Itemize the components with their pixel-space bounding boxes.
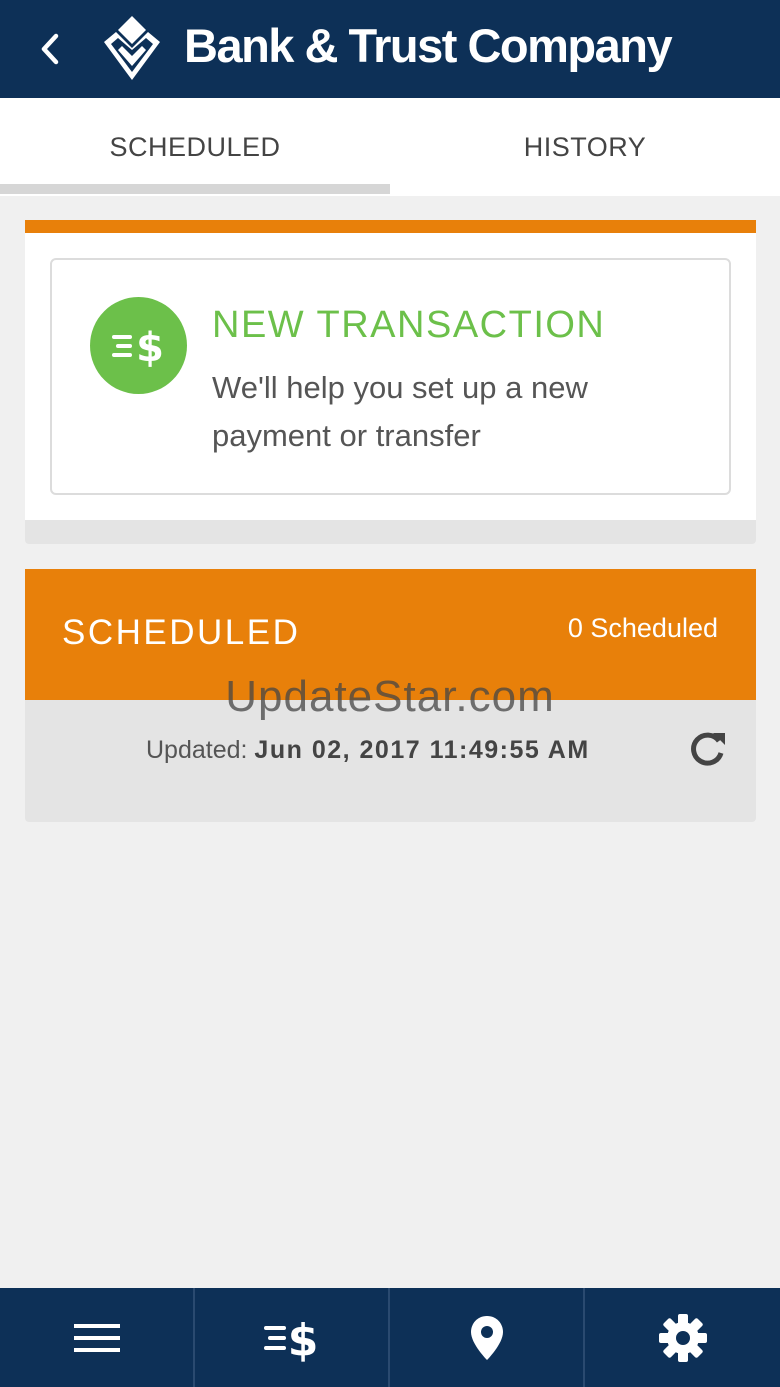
nav-settings[interactable] [585,1288,780,1387]
tab-history[interactable]: HISTORY [390,98,780,196]
nav-menu[interactable] [0,1288,195,1387]
refresh-icon [691,732,725,766]
refresh-button[interactable] [683,725,731,773]
back-button[interactable] [30,28,70,70]
tab-scheduled[interactable]: SCHEDULED [0,98,390,196]
menu-icon [73,1323,120,1352]
diamond-logo-icon [104,16,160,80]
brand-name: Bank & Trust Company [184,19,673,72]
chevron-left-icon [41,33,59,65]
tab-bar: SCHEDULED HISTORY [0,98,780,196]
svg-text:$: $ [136,325,164,371]
scheduled-header: SCHEDULED 0 Scheduled [25,569,756,700]
new-transaction-accent-bar [25,220,756,233]
active-tab-indicator [0,184,390,194]
app-header: Bank & Trust Company [0,0,780,98]
new-transaction-card[interactable]: $ NEW TRANSACTION We'll help you set up … [50,258,731,495]
nav-locations[interactable] [390,1288,585,1387]
location-pin-icon [470,1315,503,1360]
nav-transfers[interactable]: $ [195,1288,390,1387]
new-transaction-description: We'll help you set up a new payment or t… [212,370,588,453]
transfer-dollar-icon: $ [90,297,187,394]
transfer-dollar-icon: $ [263,1315,318,1364]
updated-value: Jun 02, 2017 11:49:55 AM [254,736,590,764]
gear-icon [658,1313,707,1362]
svg-text:$: $ [287,1315,318,1364]
updated-timestamp: Updated: Jun 02, 2017 11:49:55 AM [146,736,590,765]
scheduled-count: 0 Scheduled [567,613,718,643]
updated-label: Updated: [146,736,248,764]
bottom-nav: $ [0,1288,780,1387]
scheduled-title: SCHEDULED [62,613,301,652]
new-transaction-title: NEW TRANSACTION [212,304,606,346]
